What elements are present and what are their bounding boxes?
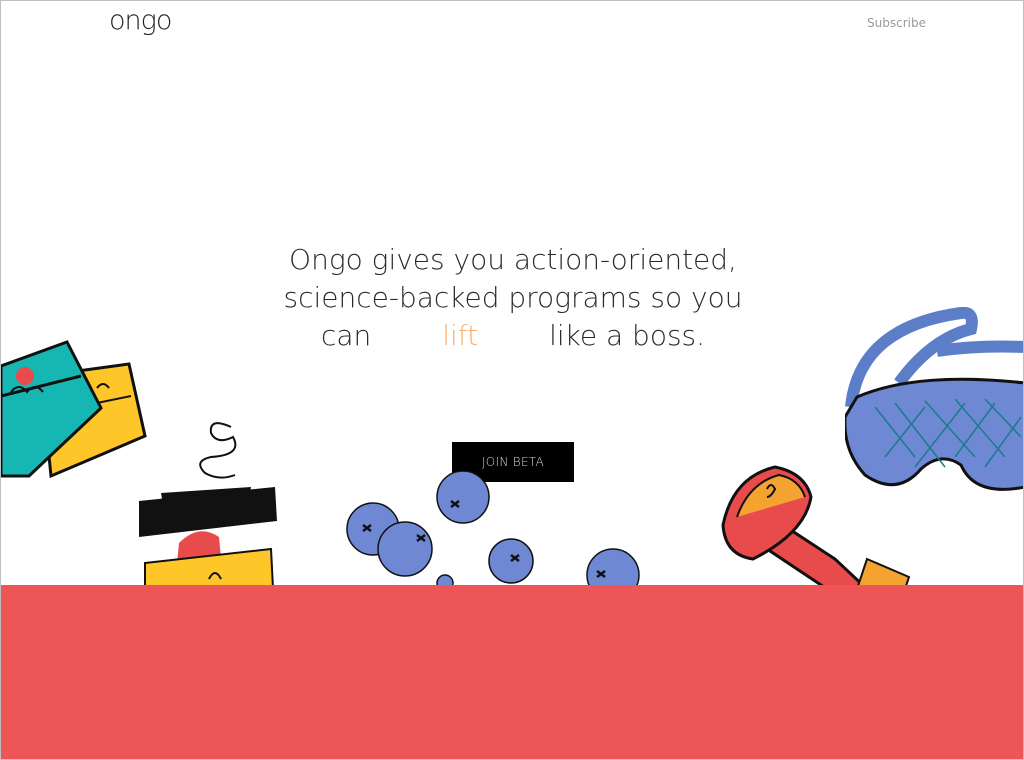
hero-line-2: science-backed programs so you: [283, 281, 743, 314]
page: ongo Subscribe Ongo gives you action-ori…: [0, 0, 1024, 760]
hero-line-3: can lift like a boss.: [263, 317, 763, 355]
hero-line-3-suffix: like a boss.: [549, 319, 706, 352]
hero-line-3-prefix: can: [320, 319, 372, 352]
coffee-cup-icon: [139, 422, 277, 588]
hero-line-1: Ongo gives you action-oriented,: [289, 243, 737, 276]
sleep-mask-icon: [845, 307, 1023, 491]
bottom-section: [1, 585, 1023, 759]
subscribe-link[interactable]: Subscribe: [867, 16, 926, 30]
blueberries-icon: [346, 471, 640, 586]
hero-headline: Ongo gives you action-oriented, science-…: [263, 241, 763, 355]
ongo-logo[interactable]: ongo: [109, 5, 172, 36]
cards-icon: [1, 340, 147, 479]
hero-rotating-word: lift: [442, 319, 479, 352]
